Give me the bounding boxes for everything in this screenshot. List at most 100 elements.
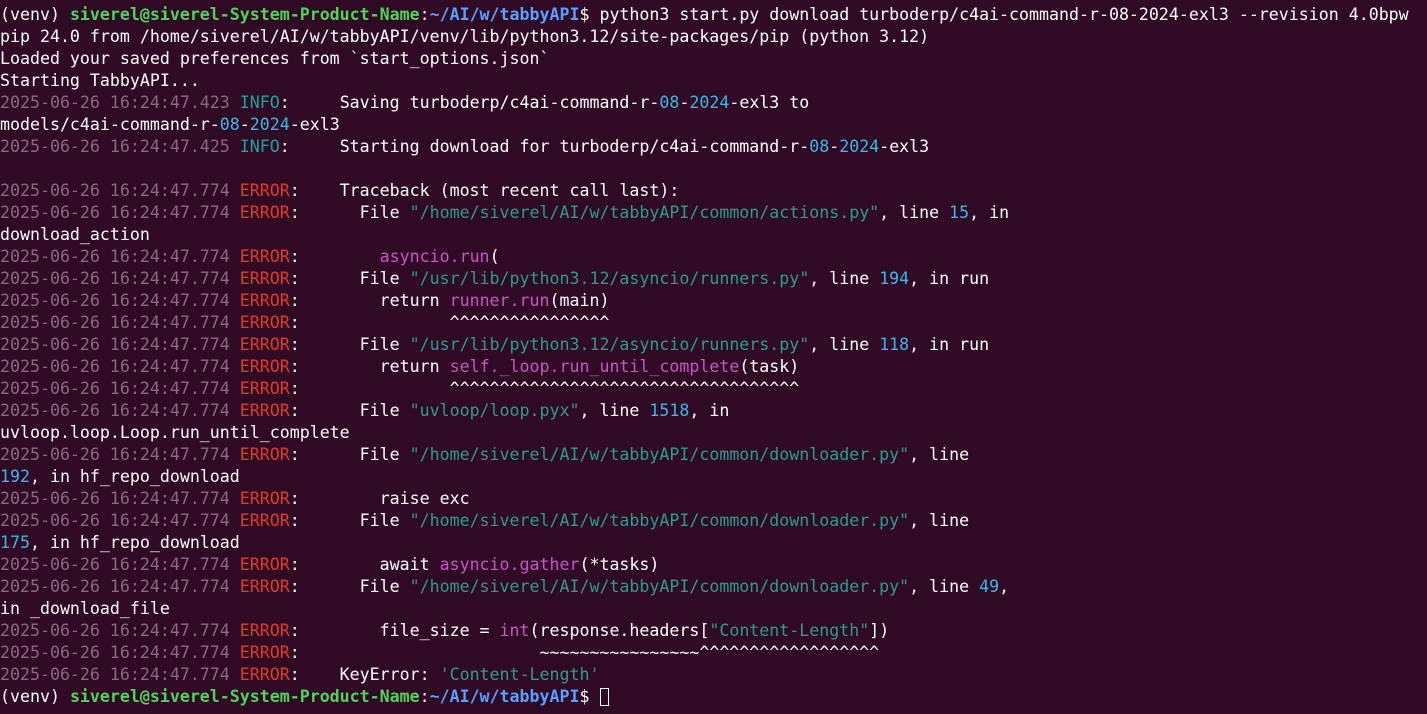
text-default: in _download_file xyxy=(0,599,170,618)
text-default: : File xyxy=(289,203,410,222)
text-default: : xyxy=(419,687,430,706)
terminal-line: 2025-06-26 16:24:47.774 ERROR: await asy… xyxy=(0,554,1427,576)
terminal-line: 2025-06-26 16:24:47.774 ERROR: File "/ho… xyxy=(0,576,1427,598)
terminal-line: 2025-06-26 16:24:47.774 ERROR: ~~~~~~~~~… xyxy=(0,642,1427,664)
text-timestamp: 2025-06-26 16:24:47.774 xyxy=(0,269,240,288)
text-number: 2024 xyxy=(689,93,730,112)
text-timestamp: 2025-06-26 16:24:47.774 xyxy=(0,445,240,464)
terminal-line: pip 24.0 from /home/siverel/AI/w/tabbyAP… xyxy=(0,26,1427,48)
text-default: : raise exc xyxy=(289,489,470,508)
text-default: models/c4ai-command-r- xyxy=(0,115,220,134)
text-default: : Starting download for turboderp/c4ai-c… xyxy=(279,137,810,156)
text-number: 2024 xyxy=(839,137,880,156)
terminal-line: 192, in hf_repo_download xyxy=(0,466,1427,488)
terminal-line: in _download_file xyxy=(0,598,1427,620)
text-error: ERROR xyxy=(239,621,290,640)
text-string: "uvloop/loop.pyx" xyxy=(409,401,580,420)
text-prompt-user: siverel@siverel-System-Product-Name xyxy=(69,687,420,706)
cursor-block[interactable] xyxy=(600,688,610,706)
text-string: "/home/siverel/AI/w/tabbyAPI/common/down… xyxy=(409,511,910,530)
text-timestamp: 2025-06-26 16:24:47.774 xyxy=(0,643,240,662)
text-string: "/home/siverel/AI/w/tabbyAPI/common/acti… xyxy=(409,203,880,222)
terminal-line: 2025-06-26 16:24:47.774 ERROR: return se… xyxy=(0,356,1427,378)
text-error: ERROR xyxy=(239,511,290,530)
text-default: , line xyxy=(809,269,880,288)
text-default: -exl3 xyxy=(289,115,340,134)
terminal-line: 2025-06-26 16:24:47.774 ERROR: asyncio.r… xyxy=(0,246,1427,268)
text-default: : File xyxy=(289,401,410,420)
text-default: : File xyxy=(289,511,410,530)
text-timestamp: 2025-06-26 16:24:47.774 xyxy=(0,203,240,222)
text-default: , in run xyxy=(909,269,990,288)
text-number: 08 xyxy=(659,93,680,112)
text-timestamp: 2025-06-26 16:24:47.774 xyxy=(0,577,240,596)
text-default: Loaded your saved preferences from `star… xyxy=(0,49,550,68)
terminal-window[interactable]: (venv) siverel@siverel-System-Product-Na… xyxy=(0,0,1427,714)
text-default: : KeyError: xyxy=(289,665,440,684)
text-error: ERROR xyxy=(239,357,290,376)
text-default: , xyxy=(999,577,1010,596)
text-func: asyncio.run xyxy=(379,247,490,266)
text-timestamp: 2025-06-26 16:24:47.774 xyxy=(0,511,240,530)
text-default: (main) xyxy=(549,291,610,310)
terminal-line: Starting TabbyAPI... xyxy=(0,70,1427,92)
text-default: , line xyxy=(909,445,970,464)
text-timestamp: 2025-06-26 16:24:47.774 xyxy=(0,247,240,266)
text-error: ERROR xyxy=(239,401,290,420)
text-error: ERROR xyxy=(239,643,290,662)
text-default: $ xyxy=(579,687,600,706)
text-error: ERROR xyxy=(239,335,290,354)
text-default: : ^^^^^^^^^^^^^^^^ xyxy=(289,313,610,332)
text-default: , line xyxy=(579,401,650,420)
text-func: asyncio.gather xyxy=(439,555,580,574)
terminal-line: 2025-06-26 16:24:47.774 ERROR: return ru… xyxy=(0,290,1427,312)
terminal-line: 2025-06-26 16:24:47.774 ERROR: Traceback… xyxy=(0,180,1427,202)
terminal-line: 2025-06-26 16:24:47.774 ERROR: KeyError:… xyxy=(0,664,1427,686)
text-error: ERROR xyxy=(239,379,290,398)
text-func: self._loop.run_until_complete xyxy=(449,357,740,376)
text-default: (response.headers[ xyxy=(529,621,710,640)
text-string: "/home/siverel/AI/w/tabbyAPI/common/down… xyxy=(409,445,910,464)
text-timestamp: 2025-06-26 16:24:47.774 xyxy=(0,181,240,200)
terminal-line: 2025-06-26 16:24:47.425 INFO: Starting d… xyxy=(0,136,1427,158)
text-timestamp: 2025-06-26 16:24:47.774 xyxy=(0,555,240,574)
terminal-line: 2025-06-26 16:24:47.774 ERROR: File "/ho… xyxy=(0,202,1427,224)
text-timestamp: 2025-06-26 16:24:47.774 xyxy=(0,313,240,332)
text-default: , in hf_repo_download xyxy=(29,533,240,552)
terminal-line: Loaded your saved preferences from `star… xyxy=(0,48,1427,70)
text-error: ERROR xyxy=(239,247,290,266)
text-timestamp: 2025-06-26 16:24:47.774 xyxy=(0,291,240,310)
text-default: download_action xyxy=(0,225,150,244)
text-default: uvloop.loop.Loop.run_until_complete xyxy=(0,423,350,442)
text-func: int xyxy=(499,621,530,640)
text-number: 15 xyxy=(949,203,970,222)
text-number: 1518 xyxy=(649,401,690,420)
text-default: : xyxy=(289,247,380,266)
text-string: "/usr/lib/python3.12/asyncio/runners.py" xyxy=(409,269,810,288)
text-default: (venv) xyxy=(0,687,70,706)
text-func: runner.run xyxy=(449,291,550,310)
text-default: : File xyxy=(289,269,410,288)
text-default: , in run xyxy=(909,335,990,354)
text-string: "/usr/lib/python3.12/asyncio/runners.py" xyxy=(409,335,810,354)
text-default: : return xyxy=(289,357,450,376)
text-default: ( xyxy=(489,247,500,266)
text-number: 118 xyxy=(879,335,910,354)
text-default: , in hf_repo_download xyxy=(29,467,240,486)
text-default: - xyxy=(239,115,250,134)
text-number: 08 xyxy=(809,137,830,156)
text-error: ERROR xyxy=(239,203,290,222)
text-default: : File xyxy=(289,577,410,596)
text-timestamp: 2025-06-26 16:24:47.774 xyxy=(0,379,240,398)
terminal-line: 2025-06-26 16:24:47.774 ERROR: raise exc xyxy=(0,488,1427,510)
text-default: : File xyxy=(289,335,410,354)
terminal-line: 2025-06-26 16:24:47.774 ERROR: File "/us… xyxy=(0,268,1427,290)
terminal-line: 2025-06-26 16:24:47.423 INFO: Saving tur… xyxy=(0,92,1427,114)
text-default: - xyxy=(829,137,840,156)
terminal-line: 2025-06-26 16:24:47.774 ERROR: File "uvl… xyxy=(0,400,1427,422)
text-timestamp: 2025-06-26 16:24:47.774 xyxy=(0,621,240,640)
text-default: : ~~~~~~~~~~~~~~~~^^^^^^^^^^^^^^^^^^ xyxy=(289,643,880,662)
text-default: -exl3 xyxy=(879,137,930,156)
text-timestamp: 2025-06-26 16:24:47.774 xyxy=(0,357,240,376)
